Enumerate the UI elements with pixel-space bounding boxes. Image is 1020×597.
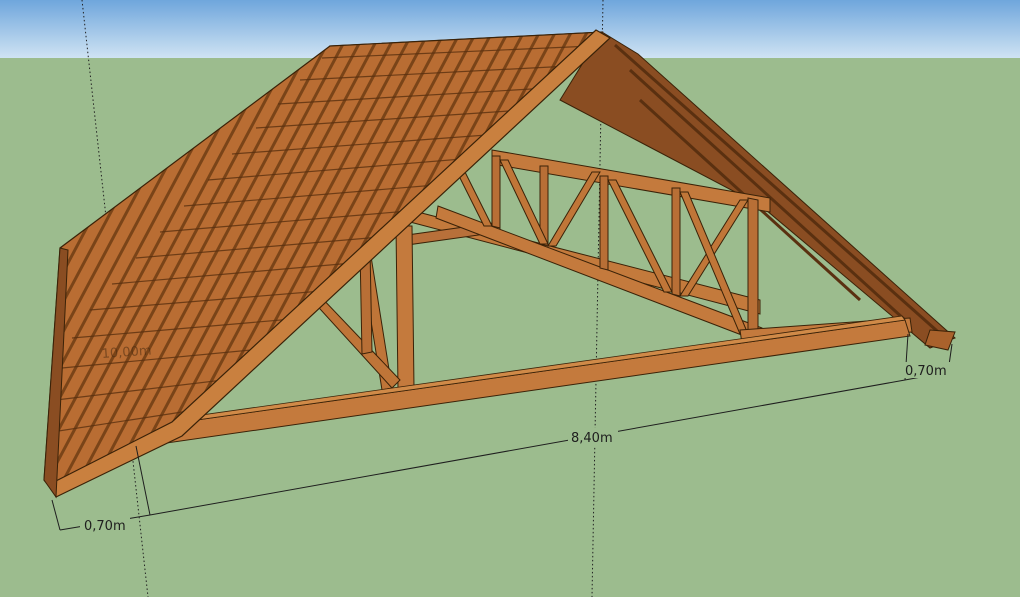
roof-scene-canvas: 10,00m 8,40m 0,70m 0,70m [0, 0, 1020, 597]
left-overhang-label: 0,70m [84, 519, 126, 534]
span-dimension-label: 8,40m [571, 431, 613, 446]
right-overhang-label: 0,70m [905, 364, 947, 379]
